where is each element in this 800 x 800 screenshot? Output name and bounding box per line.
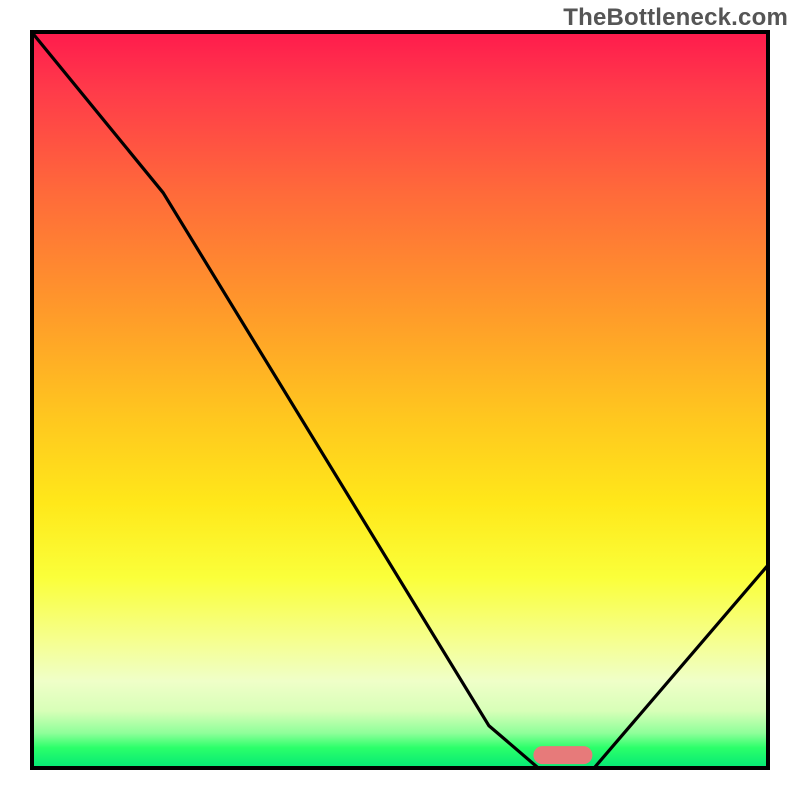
optimal-marker: [533, 746, 592, 764]
plot-area: [30, 30, 770, 770]
watermark-text: TheBottleneck.com: [563, 4, 788, 32]
chart-container: TheBottleneck.com: [0, 0, 800, 800]
gradient-background: [30, 30, 770, 770]
